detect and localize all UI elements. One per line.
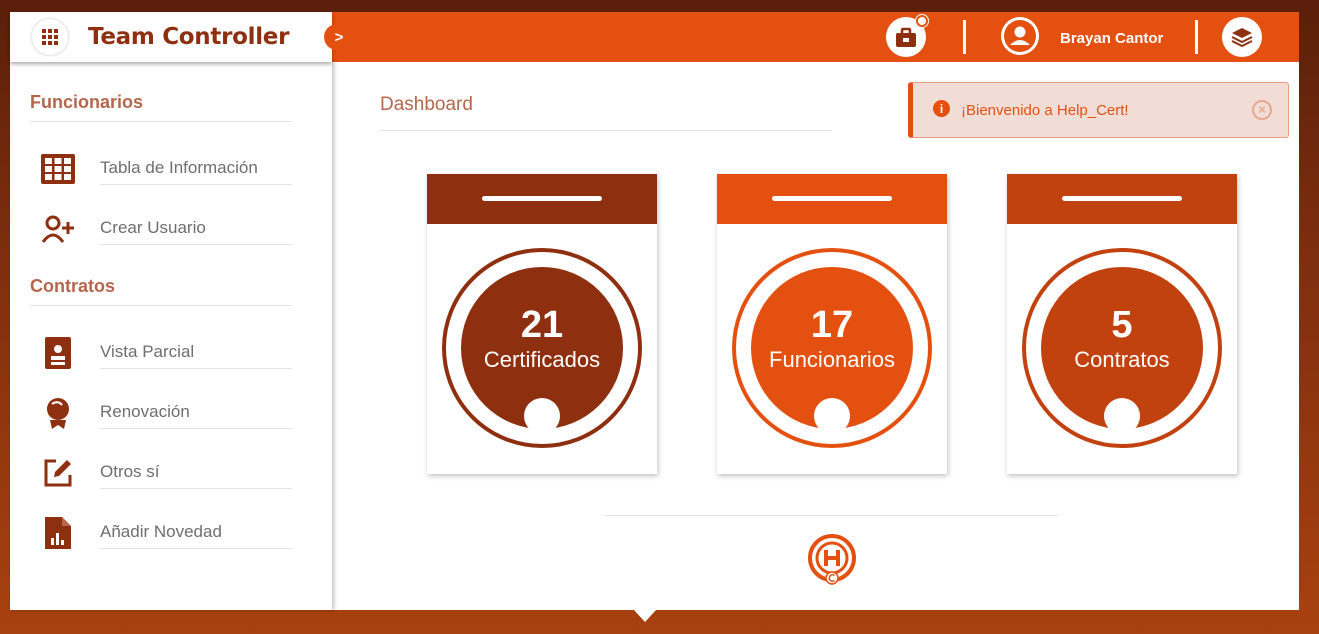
stat-label: Certificados [483, 347, 601, 372]
notifications-button[interactable] [886, 15, 928, 57]
sidebar-item-label: Añadir Novedad [100, 522, 292, 549]
sidebar: Funcionarios Tabla de Información Crear … [10, 62, 332, 610]
footer-divider [605, 515, 1058, 516]
sidebar-item-label: Renovación [100, 402, 292, 429]
layers-button[interactable] [1222, 17, 1262, 57]
report-file-icon [40, 516, 76, 550]
helpcert-logo-icon [808, 534, 856, 585]
stat-label: Contratos [1074, 347, 1170, 372]
page-title: Dashboard [380, 94, 832, 131]
bottom-pointer [634, 610, 656, 622]
app-title: Team Controller [88, 24, 290, 50]
card-header [427, 174, 657, 224]
briefcase-icon [896, 27, 916, 47]
section-title-contratos: Contratos [30, 276, 292, 306]
apps-grid-button[interactable] [32, 19, 68, 55]
toast-message: ¡Bienvenido a Help_Cert! [961, 102, 1129, 119]
stat-ring: 17 Funcionarios [732, 248, 932, 448]
brand-header: Team Controller [10, 12, 332, 62]
sidebar-item-otros-si[interactable]: Otros sí [40, 448, 292, 496]
sidebar-item-label: Otros sí [100, 462, 292, 489]
info-icon: i [933, 100, 950, 117]
card-header-line [772, 196, 892, 201]
apps-grid-icon [42, 29, 58, 45]
stat-ring: 5 Contratos [1022, 248, 1222, 448]
layers-icon [1231, 28, 1253, 48]
stat-label: Funcionarios [769, 347, 895, 372]
stat-value: 5 [1111, 304, 1133, 346]
stat-card-funcionarios[interactable]: 17 Funcionarios [717, 174, 947, 474]
ring-knob [814, 398, 850, 434]
add-user-icon [40, 212, 76, 246]
card-header [1007, 174, 1237, 224]
edit-icon [40, 456, 76, 490]
sidebar-item-renovacion[interactable]: Renovación [40, 388, 292, 436]
table-icon [40, 152, 76, 186]
card-header [717, 174, 947, 224]
sidebar-item-vista-parcial[interactable]: Vista Parcial [40, 328, 292, 376]
card-header-line [482, 196, 602, 201]
stat-value: 17 [810, 304, 854, 346]
notification-dot-icon [916, 15, 928, 27]
user-name[interactable]: Brayan Cantor [1060, 30, 1163, 47]
award-icon [40, 396, 76, 430]
close-toast-button[interactable]: × [1252, 100, 1272, 120]
sidebar-item-tabla-informacion[interactable]: Tabla de Información [40, 144, 292, 192]
stat-value: 21 [520, 304, 564, 346]
header-divider [1195, 20, 1198, 54]
sidebar-item-label: Vista Parcial [100, 342, 292, 369]
sidebar-item-label: Crear Usuario [100, 218, 292, 245]
stat-card-certificados[interactable]: 21 Certificados [427, 174, 657, 474]
sidebar-item-anadir-novedad[interactable]: Añadir Novedad [40, 508, 292, 556]
stat-ring: 21 Certificados [442, 248, 642, 448]
ring-knob [1104, 398, 1140, 434]
ring-knob [524, 398, 560, 434]
sidebar-item-label: Tabla de Información [100, 158, 292, 185]
app-window: Team Controller > Brayan Cantor Funciona… [10, 12, 1299, 610]
stat-card-contratos[interactable]: 5 Contratos [1007, 174, 1237, 474]
badge-icon [40, 336, 76, 370]
header-divider [963, 20, 966, 54]
card-header-line [1062, 196, 1182, 201]
sidebar-toggle-button[interactable]: > [324, 24, 350, 50]
section-title-funcionarios: Funcionarios [30, 92, 292, 122]
sidebar-item-crear-usuario[interactable]: Crear Usuario [40, 204, 292, 252]
user-avatar[interactable] [1001, 17, 1039, 55]
user-icon [1004, 20, 1036, 52]
welcome-toast: i ¡Bienvenido a Help_Cert! × [908, 82, 1289, 138]
